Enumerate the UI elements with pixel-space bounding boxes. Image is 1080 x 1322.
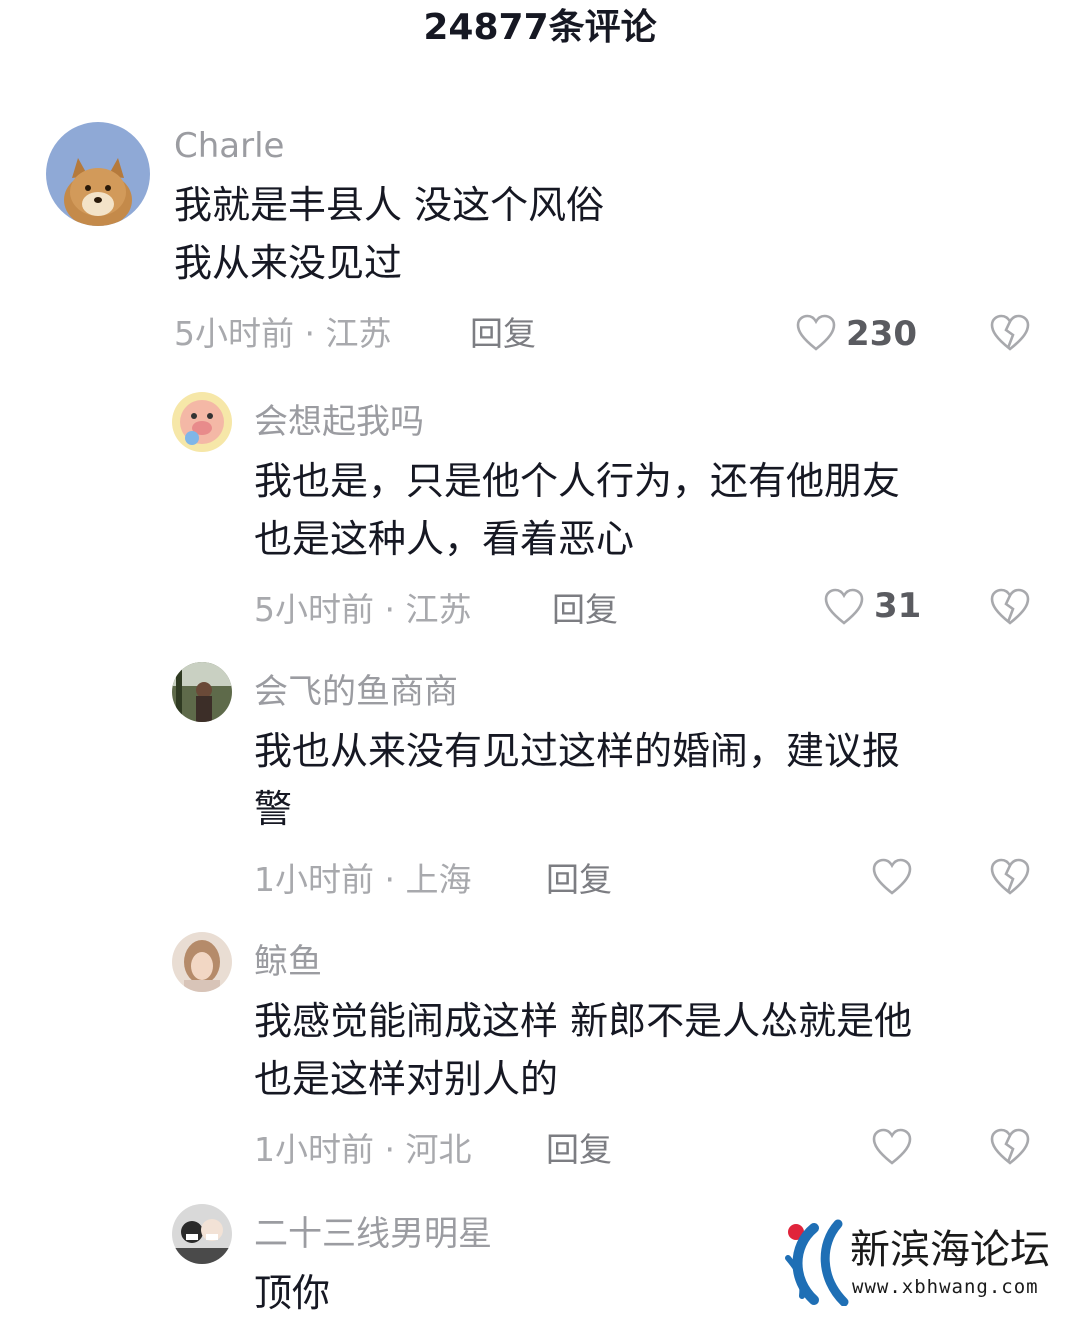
avatar[interactable] <box>172 1204 232 1264</box>
broken-heart-icon[interactable] <box>990 588 1030 626</box>
cartoon-pig-avatar-icon <box>172 392 232 452</box>
comment-text-line: 警 <box>254 787 293 831</box>
couple-photo-avatar-icon <box>172 1204 232 1264</box>
comment-text-line: 我从来没见过 <box>174 241 403 285</box>
watermark-title: 新滨海论坛 <box>850 1227 1050 1273</box>
comments-panel: 24877条评论 Charle 我就是丰县人 没这个风俗 我从来没见过 5小时前… <box>0 0 1080 1322</box>
comment-text-line: 顶你 <box>254 1271 331 1315</box>
broken-heart-icon[interactable] <box>990 1128 1030 1166</box>
username[interactable]: 鲸鱼 <box>254 940 322 984</box>
comment-text-line: 我也从来没有见过这样的婚闹，建议报 <box>254 729 901 773</box>
comment-meta: 5小时前 · 江苏 <box>254 590 472 629</box>
comment-meta: 5小时前 · 江苏 <box>174 314 392 353</box>
username[interactable]: Charle <box>174 124 284 168</box>
avatar[interactable] <box>172 662 232 722</box>
heart-icon[interactable] <box>872 1128 912 1166</box>
broken-heart-icon[interactable] <box>990 858 1030 896</box>
avatar[interactable] <box>172 392 232 452</box>
heart-icon[interactable] <box>872 858 912 896</box>
reply-button[interactable]: 回复 <box>470 312 536 356</box>
reply-button[interactable]: 回复 <box>552 588 618 632</box>
comment-meta: 1小时前 · 河北 <box>254 1130 472 1169</box>
username[interactable]: 会飞的鱼商商 <box>254 670 458 714</box>
girl-photo-avatar-icon <box>172 932 232 992</box>
like-count: 230 <box>846 314 917 354</box>
broken-heart-icon[interactable] <box>990 314 1030 352</box>
comment-text-line: 我感觉能闹成这样 新郎不是人怂就是他 <box>254 999 913 1043</box>
comment-count-title: 24877条评论 <box>423 7 657 48</box>
photo-avatar-icon <box>172 662 232 722</box>
like-count: 31 <box>874 586 922 626</box>
reply-button[interactable]: 回复 <box>546 1128 612 1172</box>
xbh-logo-icon <box>785 1219 849 1306</box>
reply-button[interactable]: 回复 <box>546 858 612 902</box>
comment-text-line: 也是这种人，看着恶心 <box>254 517 635 561</box>
heart-icon[interactable] <box>796 314 836 352</box>
comment-meta: 1小时前 · 上海 <box>254 860 472 899</box>
comment-text-line: 也是这样对别人的 <box>254 1057 559 1101</box>
comment-text-line: 我也是，只是他个人行为，还有他朋友 <box>254 459 901 503</box>
watermark-url: www.xbhwang.com <box>852 1276 1039 1298</box>
watermark: 新滨海论坛 www.xbhwang.com <box>780 1218 1070 1310</box>
username[interactable]: 二十三线男明星 <box>254 1212 492 1256</box>
avatar[interactable] <box>46 122 150 226</box>
heart-icon[interactable] <box>824 588 864 626</box>
comment-text-line: 我就是丰县人 没这个风俗 <box>174 183 605 227</box>
shiba-dog-avatar-icon <box>46 122 150 226</box>
username[interactable]: 会想起我吗 <box>254 400 424 444</box>
avatar[interactable] <box>172 932 232 992</box>
